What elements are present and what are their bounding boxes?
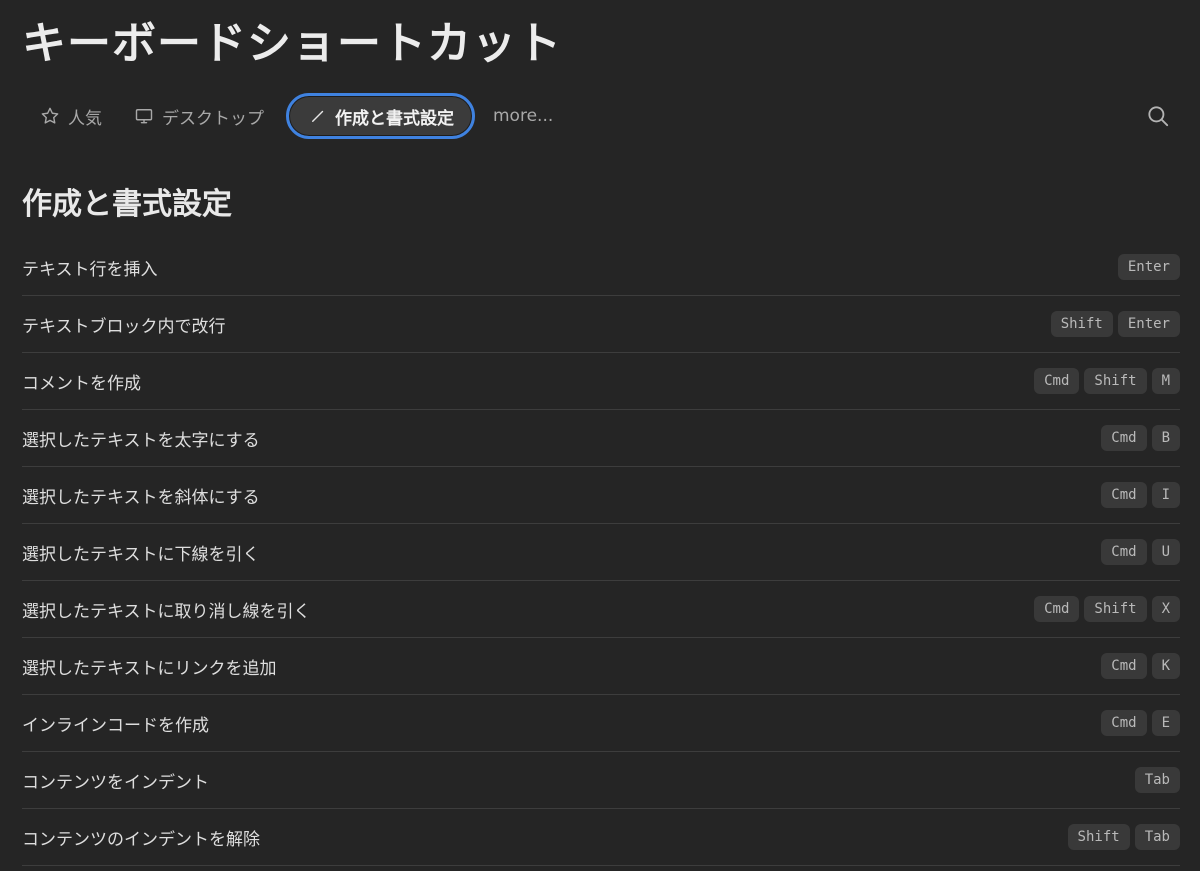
category-tabs: 人気 デスクトップ 作成と書式設定 more... [24, 90, 569, 142]
key-badge: Cmd [1034, 596, 1080, 622]
monitor-icon [134, 106, 154, 126]
page-title: キーボードショートカット [22, 18, 562, 69]
key-combination: Shift Tab [1063, 824, 1180, 850]
tab-authoring-formatting[interactable]: 作成と書式設定 [286, 93, 475, 139]
shortcut-label: 選択したテキストに取り消し線を引く [22, 601, 311, 622]
tab-label: 人気 [68, 108, 102, 129]
key-badge: Cmd [1034, 368, 1080, 394]
key-badge: Shift [1067, 824, 1130, 850]
key-badge: B [1151, 425, 1180, 451]
key-badge: U [1151, 539, 1180, 565]
key-combination: Shift Enter [1046, 311, 1180, 337]
shortcuts-page: キーボードショートカット 人気 デスクトップ 作成と書式設定 more... 作… [0, 0, 1200, 871]
key-badge: K [1151, 653, 1180, 679]
shortcut-label: インラインコードを作成 [22, 715, 209, 736]
shortcut-row: コンテンツをインデント Tab [22, 752, 1180, 809]
key-badge: X [1151, 596, 1180, 622]
key-combination: Cmd U [1096, 539, 1180, 565]
shortcut-row: テキストブロック内で改行 Shift Enter [22, 296, 1180, 353]
key-combination: Cmd Shift X [1029, 596, 1180, 622]
key-badge: Cmd [1101, 482, 1147, 508]
shortcut-row: 選択したテキストに下線を引く Cmd U [22, 524, 1180, 581]
key-combination: Cmd E [1096, 710, 1180, 736]
key-badge: M [1151, 368, 1180, 394]
key-combination: Enter [1113, 254, 1180, 280]
key-badge: Cmd [1101, 425, 1147, 451]
tab-label: 作成と書式設定 [335, 108, 454, 129]
shortcut-row: 選択したテキストを斜体にする Cmd I [22, 467, 1180, 524]
tab-desktop[interactable]: デスクトップ [118, 93, 280, 139]
key-combination: Cmd K [1096, 653, 1180, 679]
shortcut-label: 選択したテキストにリンクを追加 [22, 658, 277, 679]
shortcut-row: コンテンツのインデントを解除 Shift Tab [22, 809, 1180, 866]
tab-label: more... [493, 106, 554, 126]
shortcut-label: コンテンツをインデント [22, 772, 209, 793]
shortcut-label: 選択したテキストに下線を引く [22, 544, 260, 565]
shortcut-label: コメントを作成 [22, 373, 141, 394]
shortcut-row: 選択したテキストに取り消し線を引く Cmd Shift X [22, 581, 1180, 638]
key-badge: Cmd [1101, 653, 1147, 679]
shortcut-row: 選択したテキストにリンクを追加 Cmd K [22, 638, 1180, 695]
key-badge: E [1151, 710, 1180, 736]
shortcut-label: 選択したテキストを斜体にする [22, 487, 260, 508]
shortcut-label: テキスト行を挿入 [22, 259, 158, 280]
key-badge: Enter [1117, 311, 1180, 337]
shortcut-row: コメントを作成 Cmd Shift M [22, 353, 1180, 410]
shortcut-label: 選択したテキストを太字にする [22, 430, 260, 451]
tab-label: デスクトップ [162, 108, 264, 129]
shortcut-row: インラインコードを作成 Cmd E [22, 695, 1180, 752]
key-combination: Cmd I [1096, 482, 1180, 508]
shortcut-list: テキスト行を挿入 Enter テキストブロック内で改行 Shift Enter コメントを… [22, 239, 1180, 866]
key-badge: Cmd [1101, 539, 1147, 565]
search-icon [1145, 106, 1171, 133]
key-combination: Cmd B [1096, 425, 1180, 451]
tab-popular[interactable]: 人気 [24, 93, 118, 139]
key-badge: Cmd [1101, 710, 1147, 736]
star-icon [40, 106, 60, 126]
search-button[interactable] [1145, 103, 1171, 129]
key-badge: Shift [1084, 596, 1147, 622]
key-badge: Tab [1134, 824, 1180, 850]
key-badge: Shift [1084, 368, 1147, 394]
shortcut-row: テキスト行を挿入 Enter [22, 239, 1180, 296]
key-badge: I [1151, 482, 1180, 508]
shortcut-label: コンテンツのインデントを解除 [22, 829, 260, 850]
section-title: 作成と書式設定 [22, 187, 232, 222]
shortcut-row: 選択したテキストを太字にする Cmd B [22, 410, 1180, 467]
key-badge: Enter [1117, 254, 1180, 280]
key-badge: Tab [1134, 767, 1180, 793]
key-combination: Tab [1130, 767, 1180, 793]
pencil-icon [309, 107, 327, 125]
key-combination: Cmd Shift M [1029, 368, 1180, 394]
shortcut-label: テキストブロック内で改行 [22, 316, 226, 337]
key-badge: Shift [1050, 311, 1113, 337]
tab-more[interactable]: more... [479, 93, 569, 139]
